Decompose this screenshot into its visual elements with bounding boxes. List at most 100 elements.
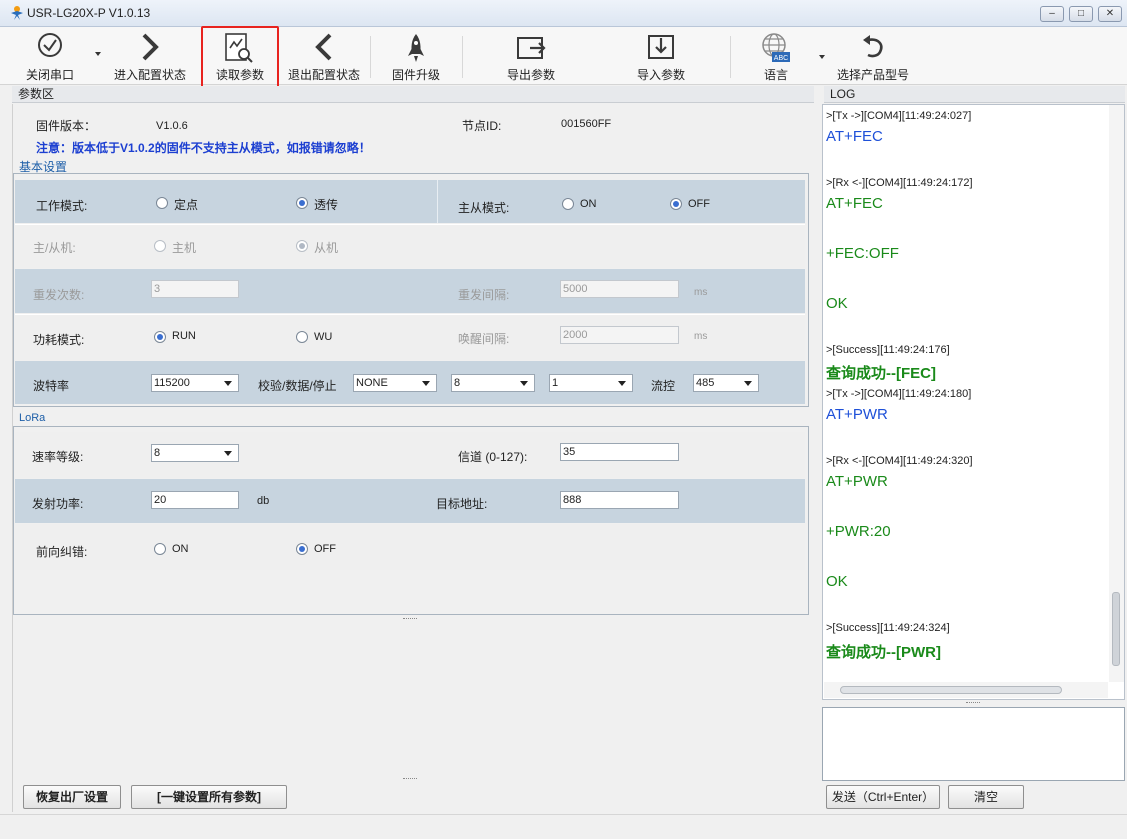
version-notice: 注意：版本低于V1.0.2的固件不支持主从模式，如报错请忽略！ [36, 141, 371, 155]
wake-interval-label: 唤醒间隔: [458, 332, 510, 346]
log-line: >[Success][11:49:24:176] [826, 344, 950, 356]
master-slave-label: 主/从机: [33, 241, 76, 255]
clear-button[interactable]: 清空 [948, 785, 1024, 809]
retry-interval-label: 重发间隔: [458, 288, 510, 302]
wake-interval-unit: ms [694, 331, 708, 342]
fec-on-label: ON [172, 543, 189, 555]
flow-control-select[interactable]: 485 [693, 374, 759, 392]
log-line: 查询成功--[FEC] [826, 365, 936, 382]
log-hscroll-thumb[interactable] [840, 686, 1062, 694]
channel-input[interactable]: 35 [560, 443, 679, 461]
master-radio[interactable] [154, 240, 166, 252]
work-mode-row [15, 180, 805, 223]
splitter-grip[interactable] [403, 778, 417, 780]
log-line: >[Tx ->][COM4][11:49:24:180] [826, 388, 972, 400]
export-params-button[interactable]: 导出参数 [490, 28, 572, 84]
log-line: +PWR:20 [826, 523, 891, 540]
close-port-button[interactable]: 关闭串口 [14, 28, 86, 84]
power-run-label: RUN [172, 330, 196, 342]
enter-config-label: 进入配置状态 [113, 68, 186, 82]
wake-interval-input[interactable]: 2000 [560, 326, 679, 344]
stop-bits-select[interactable]: 1 [549, 374, 633, 392]
read-params-highlight [201, 26, 279, 93]
work-mode-fixed-label: 定点 [174, 198, 199, 212]
ms-mode-off-label: OFF [688, 198, 710, 210]
power-mode-row [15, 314, 805, 360]
power-wu-label: WU [314, 331, 333, 343]
ms-mode-on-label: ON [580, 198, 597, 210]
log-line: OK [826, 295, 848, 312]
close-port-label: 关闭串口 [25, 68, 74, 82]
baud-label: 波特率 [33, 379, 70, 393]
data-bits-select[interactable]: 8 [451, 374, 535, 392]
speed-level-label: 速率等级: [32, 450, 84, 464]
export-params-label: 导出参数 [506, 68, 555, 82]
exit-config-button[interactable]: 退出配置状态 [284, 28, 364, 84]
channel-label: 信道 (0-127): [458, 450, 528, 464]
fec-on-radio[interactable] [154, 543, 166, 555]
apply-all-button[interactable]: [一键设置所有参数] [131, 785, 287, 809]
toolbar-separator [370, 36, 371, 78]
log-scroll-thumb[interactable] [1112, 592, 1120, 666]
splitter-grip[interactable] [403, 618, 417, 620]
work-mode-label: 工作模式: [36, 199, 88, 213]
log-line: >[Rx <-][COM4][11:49:24:320] [826, 455, 973, 467]
fec-off-label: OFF [314, 543, 336, 555]
work-mode-transparent-radio[interactable] [296, 197, 308, 209]
close-port-dropdown-icon[interactable] [94, 47, 102, 56]
log-line: AT+FEC [826, 128, 883, 145]
language-dropdown-icon[interactable] [818, 50, 826, 59]
parity-select[interactable]: NONE [353, 374, 437, 392]
retry-interval-unit: ms [694, 287, 708, 298]
factory-reset-button[interactable]: 恢复出厂设置 [23, 785, 121, 809]
master-label: 主机 [172, 241, 197, 255]
baud-select[interactable]: 115200 [151, 374, 239, 392]
tx-power-unit: db [257, 495, 270, 507]
send-textarea[interactable] [822, 707, 1125, 781]
ms-mode-on-radio[interactable] [562, 198, 574, 210]
language-button[interactable]: ABC 语言 [748, 28, 804, 84]
slave-label: 从机 [314, 241, 339, 255]
import-params-button[interactable]: 导入参数 [620, 28, 702, 84]
retry-interval-input[interactable]: 5000 [560, 280, 679, 298]
import-params-label: 导入参数 [636, 68, 685, 82]
exit-config-label: 退出配置状态 [287, 68, 360, 82]
power-wu-radio[interactable] [296, 331, 308, 343]
select-model-label: 选择产品型号 [836, 68, 909, 82]
globe-icon: ABC [762, 33, 790, 62]
parity-label: 校验/数据/停止 [258, 379, 337, 393]
status-bar [0, 814, 1127, 839]
params-section-header: 参数区 [12, 86, 814, 103]
work-mode-fixed-radio[interactable] [156, 197, 168, 209]
minimize-button[interactable]: – [1040, 6, 1064, 22]
retry-count-input[interactable]: 3 [151, 280, 239, 298]
power-run-radio[interactable] [154, 331, 166, 343]
enter-config-button[interactable]: 进入配置状态 [108, 28, 192, 84]
power-mode-label: 功耗模式: [33, 333, 85, 347]
speed-level-select[interactable]: 8 [151, 444, 239, 462]
select-model-button[interactable]: 选择产品型号 [832, 28, 914, 84]
target-address-label: 目标地址: [436, 497, 488, 511]
language-label: 语言 [763, 68, 788, 82]
ms-mode-off-radio[interactable] [670, 198, 682, 210]
svg-text:ABC: ABC [774, 55, 788, 62]
log-line: +FEC:OFF [826, 245, 899, 262]
target-address-input[interactable]: 888 [560, 491, 679, 509]
slave-radio[interactable] [296, 240, 308, 252]
log-line: >[Tx ->][COM4][11:49:24:027] [826, 110, 972, 122]
fec-row [15, 524, 805, 570]
log-splitter-grip[interactable] [966, 702, 980, 704]
tx-power-row [15, 479, 805, 523]
check-circle-icon [38, 33, 62, 57]
log-line: 查询成功--[PWR] [826, 644, 941, 661]
toolbar-separator [730, 36, 731, 78]
close-window-button[interactable]: ✕ [1098, 6, 1122, 22]
firmware-upgrade-button[interactable]: 固件升级 [380, 28, 452, 84]
fec-off-radio[interactable] [296, 543, 308, 555]
maximize-button[interactable]: □ [1069, 6, 1093, 22]
send-button[interactable]: 发送（Ctrl+Enter） [826, 785, 940, 809]
firmware-version-label: 固件版本： [36, 119, 97, 133]
tx-power-input[interactable]: 20 [151, 491, 239, 509]
toolbar-separator [462, 36, 463, 78]
node-id-value: 001560FF [561, 118, 612, 130]
